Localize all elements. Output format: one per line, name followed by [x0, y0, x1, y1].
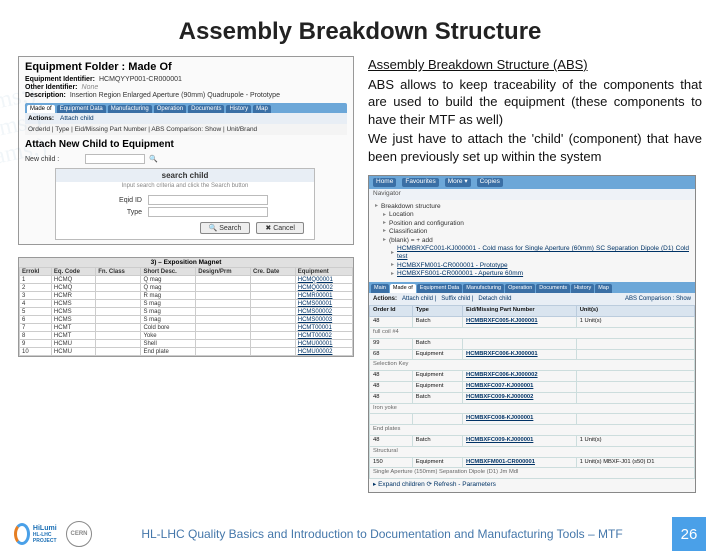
search-button[interactable]: 🔍 Search [200, 222, 251, 234]
eq-folder-heading: Equipment Folder : Made Of [25, 61, 347, 73]
rs-attach-child[interactable]: Attach child | [402, 295, 436, 303]
hilumi-ring-icon [14, 523, 30, 545]
rs-tab-map[interactable]: Map [595, 284, 612, 293]
rs-suffix-child[interactable]: Suffix child | [441, 295, 473, 303]
rs-top-more[interactable]: More ▾ [445, 178, 471, 187]
rs-action-row: Actions: Attach child | Suffix child | D… [369, 293, 695, 305]
rs-detach-child[interactable]: Detach child [478, 295, 511, 303]
hilumi-text: HiLumi [33, 525, 60, 532]
rs-top-fav[interactable]: Favourites [402, 178, 438, 187]
navigator-label: Navigator [369, 189, 695, 200]
abs-subhead: Assembly Breakdown Structure (ABS) [368, 56, 702, 74]
navigator-shot: Home Favourites More ▾ Copies Navigator … [368, 175, 696, 493]
footer-logos: HiLumi HL-LHC PROJECT CERN [14, 518, 92, 550]
children-table: Order IdTypeEid/Missing Part NumberUnit(… [369, 305, 695, 479]
hilumi-logo: HiLumi HL-LHC PROJECT [14, 518, 60, 550]
eq-action-row: Actions: Attach child [25, 113, 347, 124]
eq-col-headers: OrderId | Type | Eid/Missing Part Number… [25, 124, 347, 135]
navigator-tree: Breakdown structureLocationPosition and … [369, 200, 695, 282]
rs-tabbar: Main Made of Equipment Data Manufacturin… [369, 282, 695, 293]
wide-table-title: 3) – Exposition Magnet [19, 258, 353, 267]
equipment-folder-shot: Equipment Folder : Made Of Equipment Ide… [18, 56, 354, 245]
tab-map[interactable]: Map [253, 105, 271, 113]
right-column: Assembly Breakdown Structure (ABS) ABS a… [368, 56, 702, 493]
rs-top-copies[interactable]: Copies [477, 178, 503, 187]
rs-actions-hdr: Actions: [373, 295, 397, 303]
search-eqid-input[interactable] [148, 195, 268, 205]
tab-manufacturing[interactable]: Manufacturing [108, 105, 152, 113]
attach-child-link[interactable]: Attach child [60, 115, 94, 122]
abs-p1: ABS allows to keep traceability of the c… [368, 76, 702, 129]
left-column: Equipment Folder : Made Of Equipment Ide… [18, 56, 354, 493]
search-note: Input search criteria and click the Sear… [56, 182, 314, 193]
newchild-label: New child : [25, 156, 81, 163]
abs-p2: We just have to attach the 'child' (comp… [368, 130, 702, 165]
rs-tab-op[interactable]: Operation [505, 284, 535, 293]
rs-tab-docs[interactable]: Documents [536, 284, 570, 293]
tab-documents[interactable]: Documents [188, 105, 224, 113]
eq-id-value: HCMQYYP001-CR000001 [99, 76, 182, 83]
content-area: Equipment Folder : Made Of Equipment Ide… [0, 46, 720, 493]
eq-desc-value: Insertion Region Enlarged Aperture (90mm… [70, 92, 280, 99]
attach-child-controls: New child : 🔍 [25, 154, 347, 164]
actions-label: Actions: [28, 115, 54, 122]
attach-child-title: Attach New Child to Equipment [25, 139, 347, 150]
rs-tab-eqdata[interactable]: Equipment Data [417, 284, 462, 293]
rs-tab-manuf[interactable]: Manufacturing [463, 284, 504, 293]
search-eqid-label: Eqid ID [102, 197, 142, 204]
tab-history[interactable]: History [226, 105, 251, 113]
rs-top-home[interactable]: Home [373, 178, 396, 187]
search-type-label: Type [102, 209, 142, 216]
eq-other-value: None [82, 84, 99, 91]
search-child-panel: search child Input search criteria and c… [55, 168, 315, 240]
rs-tab-hist[interactable]: History [571, 284, 594, 293]
tab-operation[interactable]: Operation [154, 105, 186, 113]
search-type-input[interactable] [148, 207, 268, 217]
tab-made-of[interactable]: Made of [27, 105, 55, 113]
tab-eq-data[interactable]: Equipment Data [57, 105, 106, 113]
rs-topbar: Home Favourites More ▾ Copies [369, 176, 695, 189]
rs-tab-main[interactable]: Main [371, 284, 389, 293]
rs-tab-madeof[interactable]: Made of [390, 284, 416, 293]
wide-table: ErroklEq. CodeFn. ClassShort Desc.Design… [19, 267, 353, 356]
page-number: 26 [672, 517, 706, 551]
slide-footer: HiLumi HL-LHC PROJECT CERN HL-LHC Qualit… [0, 510, 720, 558]
eq-desc-label: Description: [25, 92, 66, 99]
footer-text: HL-LHC Quality Basics and Introduction t… [92, 527, 672, 541]
eq-id-label: Equipment Identifier: [25, 76, 95, 83]
hilumi-sub: HL-LHC PROJECT [33, 532, 60, 544]
eq-other-label: Other Identifier: [25, 84, 78, 91]
search-title: search child [56, 169, 314, 182]
exposition-magnet-table-shot: 3) – Exposition Magnet ErroklEq. CodeFn.… [18, 257, 354, 357]
rs-abs-compare[interactable]: ABS Comparison : Show [625, 295, 691, 303]
slide-title: Assembly Breakdown Structure [0, 18, 720, 46]
newchild-input[interactable] [85, 154, 145, 164]
cancel-button[interactable]: ✖ Cancel [256, 222, 304, 234]
cern-logo: CERN [66, 521, 92, 547]
rs-expand-row[interactable]: ▸ Expand children ⟳ Refresh - Parameters [369, 479, 695, 492]
eq-tabbar: Made of Equipment Data Manufacturing Ope… [25, 103, 347, 113]
